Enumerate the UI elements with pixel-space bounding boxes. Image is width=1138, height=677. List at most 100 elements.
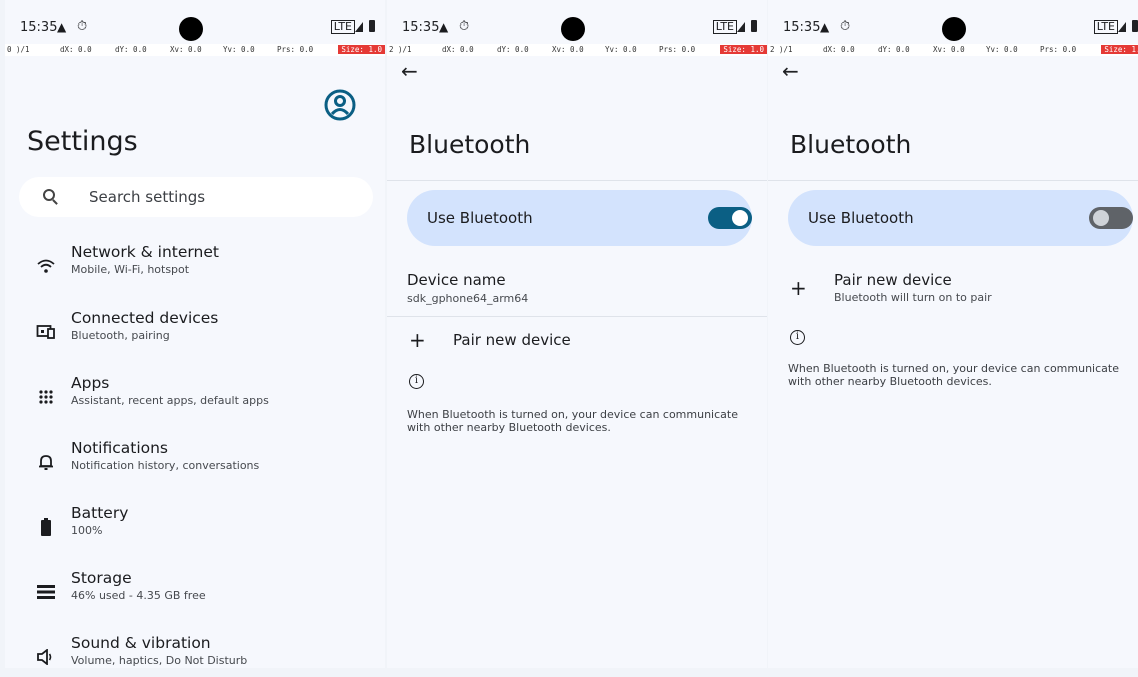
plus-icon: + <box>409 328 426 352</box>
xv-readout: Xv: 0.0 <box>552 45 584 54</box>
search-bar[interactable]: Search settings <box>19 177 373 217</box>
timer-icon: ⏱ <box>840 19 851 34</box>
bluetooth-info-text: When Bluetooth is turned on, your device… <box>407 408 738 434</box>
settings-item-title: Storage <box>71 569 132 587</box>
status-bar: 15:35 ▲ ⏱ LTE <box>5 8 385 44</box>
settings-item-subtitle: Bluetooth, pairing <box>71 329 170 342</box>
info-icon: i <box>790 330 805 345</box>
warning-icon: ▲ <box>57 20 67 34</box>
timer-icon: ⏱ <box>459 19 470 34</box>
settings-item-battery[interactable]: Battery 100% <box>5 504 385 560</box>
settings-item-subtitle: Assistant, recent apps, default apps <box>71 394 269 407</box>
status-time: 15:35 <box>783 20 821 35</box>
settings-item-title: Sound & vibration <box>71 634 211 652</box>
battery-icon <box>35 516 57 538</box>
pointer-count: 2 )/1 <box>389 45 412 54</box>
settings-item-sound[interactable]: Sound & vibration Volume, haptics, Do No… <box>5 634 385 668</box>
pointer-count: 2 )/1 <box>770 45 793 54</box>
battery-status-icon <box>369 20 375 32</box>
warning-icon: ▲ <box>439 20 449 34</box>
lte-indicator: LTE <box>330 20 355 34</box>
settings-item-title: Apps <box>71 374 110 392</box>
warning-icon: ▲ <box>820 20 830 34</box>
settings-item-subtitle: Notification history, conversations <box>71 459 260 472</box>
settings-item-subtitle: 46% used - 4.35 GB free <box>71 589 206 602</box>
status-time: 15:35 <box>402 20 440 35</box>
use-bluetooth-row[interactable]: Use Bluetooth <box>407 190 752 246</box>
timer-icon: ⏱ <box>77 19 88 34</box>
status-bar: 15:35 ▲ ⏱ LTE <box>768 8 1138 44</box>
settings-item-apps[interactable]: Apps Assistant, recent apps, default app… <box>5 374 385 430</box>
status-bar: 15:35 ▲ ⏱ LTE <box>387 8 767 44</box>
prs-readout: Prs: 0.0 <box>1040 45 1077 54</box>
settings-item-storage[interactable]: Storage 46% used - 4.35 GB free <box>5 569 385 625</box>
settings-screen: 15:35 ▲ ⏱ LTE 0 )/1 dX: 0.0 dY: 0.0 Xv: … <box>5 0 385 668</box>
yv-readout: Yv: 0.0 <box>605 45 637 54</box>
back-button[interactable]: ← <box>782 58 812 84</box>
toggle-knob <box>1093 210 1109 226</box>
settings-item-subtitle: 100% <box>71 524 103 537</box>
pointer-count: 0 )/1 <box>7 45 30 54</box>
xv-readout: Xv: 0.0 <box>933 45 965 54</box>
prs-readout: Prs: 0.0 <box>277 45 314 54</box>
page-title: Bluetooth <box>790 130 912 159</box>
lte-indicator: LTE <box>1093 20 1118 34</box>
battery-status-icon <box>751 20 757 32</box>
prs-readout: Prs: 0.0 <box>659 45 696 54</box>
device-name-label[interactable]: Device name <box>407 271 506 289</box>
camera-cutout <box>179 17 203 41</box>
storage-icon <box>35 581 57 603</box>
plus-icon: + <box>790 276 807 300</box>
pair-new-device-label: Pair new device <box>834 271 952 289</box>
settings-item-connected-devices[interactable]: Connected devices Bluetooth, pairing <box>5 309 385 365</box>
battery-status-icon <box>1132 20 1138 32</box>
dx-readout: dX: 0.0 <box>442 45 474 54</box>
bluetooth-info-text: When Bluetooth is turned on, your device… <box>788 362 1119 388</box>
bluetooth-toggle[interactable] <box>1089 207 1133 229</box>
pair-new-device-subtitle: Bluetooth will turn on to pair <box>834 291 992 304</box>
settings-item-title: Notifications <box>71 439 169 457</box>
search-input[interactable]: Search settings <box>89 188 205 206</box>
settings-item-subtitle: Mobile, Wi-Fi, hotspot <box>71 263 190 276</box>
dy-readout: dY: 0.0 <box>497 45 529 54</box>
yv-readout: Yv: 0.0 <box>986 45 1018 54</box>
wifi-icon <box>35 255 57 277</box>
page-title: Settings <box>27 126 138 157</box>
signal-icon <box>737 22 745 32</box>
yv-readout: Yv: 0.0 <box>223 45 255 54</box>
settings-item-title: Connected devices <box>71 309 219 327</box>
page-title: Bluetooth <box>409 130 531 159</box>
back-button[interactable]: ← <box>401 58 431 84</box>
account-avatar-button[interactable] <box>323 88 357 122</box>
pointer-location-bar: 0 )/1 dX: 0.0 dY: 0.0 Xv: 0.0 Yv: 0.0 Pr… <box>5 44 385 56</box>
size-readout: Size: 1.0 <box>720 45 767 54</box>
use-bluetooth-row[interactable]: Use Bluetooth <box>788 190 1133 246</box>
size-readout: Size: 1.0 <box>1101 45 1138 54</box>
connected-devices-icon <box>35 321 57 343</box>
dy-readout: dY: 0.0 <box>115 45 147 54</box>
settings-item-notifications[interactable]: Notifications Notification history, conv… <box>5 439 385 495</box>
settings-item-title: Battery <box>71 504 129 522</box>
bluetooth-off-screen: 15:35 ▲ ⏱ LTE 2 )/1 dX: 0.0 dY: 0.0 Xv: … <box>768 0 1138 668</box>
bell-icon <box>35 451 57 473</box>
divider <box>387 316 767 317</box>
pair-new-device-label: Pair new device <box>453 331 571 349</box>
apps-grid-icon <box>35 386 57 408</box>
camera-cutout <box>561 17 585 41</box>
toggle-knob <box>732 210 748 226</box>
settings-item-network[interactable]: Network & internet Mobile, Wi-Fi, hotspo… <box>5 243 385 299</box>
camera-cutout <box>942 17 966 41</box>
dx-readout: dX: 0.0 <box>60 45 92 54</box>
pointer-location-bar: 2 )/1 dX: 0.0 dY: 0.0 Xv: 0.0 Yv: 0.0 Pr… <box>768 44 1138 56</box>
use-bluetooth-label: Use Bluetooth <box>427 209 533 227</box>
pointer-location-bar: 2 )/1 dX: 0.0 dY: 0.0 Xv: 0.0 Yv: 0.0 Pr… <box>387 44 767 56</box>
settings-item-subtitle: Volume, haptics, Do Not Disturb <box>71 654 248 667</box>
size-readout: Size: 1.0 <box>338 45 385 54</box>
bluetooth-toggle[interactable] <box>708 207 752 229</box>
use-bluetooth-label: Use Bluetooth <box>808 209 914 227</box>
speaker-icon <box>35 646 57 668</box>
dy-readout: dY: 0.0 <box>878 45 910 54</box>
account-circle-icon <box>324 89 356 121</box>
back-arrow-icon: ← <box>401 59 418 83</box>
back-arrow-icon: ← <box>782 59 799 83</box>
